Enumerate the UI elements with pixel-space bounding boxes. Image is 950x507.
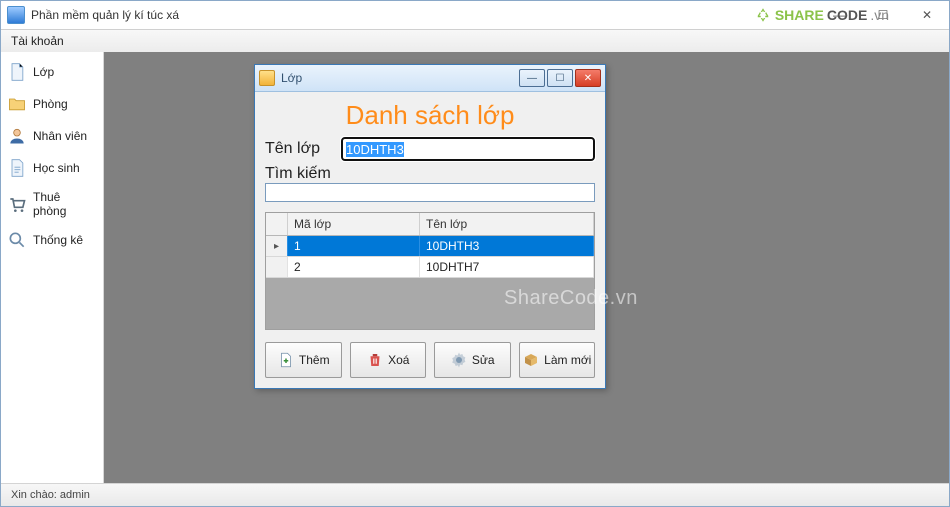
cart-icon bbox=[7, 194, 27, 214]
child-close-button[interactable]: ✕ bbox=[575, 69, 601, 87]
grid-col-selector[interactable] bbox=[266, 213, 288, 235]
window-controls: — ☐ ✕ bbox=[817, 1, 949, 29]
child-maximize-button[interactable]: ☐ bbox=[547, 69, 573, 87]
cell-ma-lop: 2 bbox=[288, 257, 420, 277]
sidebar-item-label: Nhân viên bbox=[33, 129, 87, 143]
cell-ten-lop: 10DHTH3 bbox=[420, 236, 594, 256]
folder-icon bbox=[7, 94, 27, 114]
app-window: Phần mềm quản lý kí túc xá SHARECODE.vn … bbox=[0, 0, 950, 507]
sidebar-item-label: Thuê phòng bbox=[33, 190, 95, 218]
sidebar-item-phong[interactable]: Phòng bbox=[1, 88, 103, 120]
reset-button[interactable]: Làm mới bbox=[519, 342, 596, 378]
tim-kiem-input[interactable] bbox=[265, 183, 595, 202]
cell-ten-lop: 10DHTH7 bbox=[420, 257, 594, 277]
add-document-icon bbox=[277, 351, 295, 369]
menu-tai-khoan[interactable]: Tài khoản bbox=[1, 30, 74, 52]
ten-lop-input[interactable] bbox=[341, 137, 595, 161]
reset-button-label: Làm mới bbox=[544, 353, 591, 367]
box-icon bbox=[522, 351, 540, 369]
sidebar-item-label: Phòng bbox=[33, 97, 68, 111]
delete-button-label: Xoá bbox=[388, 353, 409, 367]
mdi-client-area: Lớp — ☐ ✕ Danh sách lớp Tên lớp bbox=[104, 52, 949, 484]
edit-button[interactable]: Sửa bbox=[434, 342, 511, 378]
document-icon bbox=[7, 62, 27, 82]
row-indicator: ▸ bbox=[266, 236, 288, 256]
main-area: Lớp Phòng Nhân viên Học sinh Thuê phòng bbox=[1, 52, 949, 484]
sidebar-item-label: Học sinh bbox=[33, 161, 80, 175]
field-tim-kiem-label: Tìm kiếm bbox=[265, 165, 595, 183]
sidebar-item-label: Thống kê bbox=[33, 233, 83, 247]
data-grid[interactable]: Mã lớp Tên lớp ▸ 1 10DHTH3 2 10DHTH7 bbox=[265, 212, 595, 330]
sidebar-item-label: Lớp bbox=[33, 65, 54, 79]
cell-ma-lop: 1 bbox=[288, 236, 420, 256]
grid-header: Mã lớp Tên lớp bbox=[266, 213, 594, 236]
sidebar-item-thuephong[interactable]: Thuê phòng bbox=[1, 184, 103, 224]
child-body: Danh sách lớp Tên lớp Tìm kiếm Mã lớp bbox=[255, 92, 605, 388]
child-minimize-button[interactable]: — bbox=[519, 69, 545, 87]
delete-button[interactable]: Xoá bbox=[350, 342, 427, 378]
minimize-button[interactable]: — bbox=[817, 1, 861, 29]
row-indicator bbox=[266, 257, 288, 277]
child-titlebar[interactable]: Lớp — ☐ ✕ bbox=[255, 65, 605, 92]
table-row[interactable]: 2 10DHTH7 bbox=[266, 257, 594, 278]
sidebar-item-nhanvien[interactable]: Nhân viên bbox=[1, 120, 103, 152]
sidebar-item-thongke[interactable]: Thống kê bbox=[1, 224, 103, 256]
search-icon bbox=[7, 230, 27, 250]
add-button[interactable]: Thêm bbox=[265, 342, 342, 378]
status-text: Xin chào: admin bbox=[11, 489, 90, 501]
child-window-controls: — ☐ ✕ bbox=[519, 69, 601, 87]
form-heading: Danh sách lớp bbox=[265, 100, 595, 131]
menubar: Tài khoản bbox=[1, 30, 949, 53]
maximize-button[interactable]: ☐ bbox=[861, 1, 905, 29]
sidebar: Lớp Phòng Nhân viên Học sinh Thuê phòng bbox=[1, 52, 104, 484]
form-icon bbox=[259, 70, 275, 86]
person-icon bbox=[7, 126, 27, 146]
app-title: Phần mềm quản lý kí túc xá bbox=[31, 8, 179, 22]
edit-button-label: Sửa bbox=[472, 353, 495, 367]
add-button-label: Thêm bbox=[299, 353, 330, 367]
recycle-icon bbox=[754, 6, 772, 24]
child-title: Lớp bbox=[281, 71, 302, 85]
field-ten-lop: Tên lớp bbox=[265, 137, 595, 161]
trash-icon bbox=[366, 351, 384, 369]
close-button[interactable]: ✕ bbox=[905, 1, 949, 29]
gear-icon bbox=[450, 351, 468, 369]
statusbar: Xin chào: admin bbox=[1, 483, 949, 506]
sidebar-item-lop[interactable]: Lớp bbox=[1, 56, 103, 88]
field-tim-kiem: Tìm kiếm bbox=[265, 165, 595, 202]
table-row[interactable]: ▸ 1 10DHTH3 bbox=[266, 236, 594, 257]
sidebar-item-hocsinh[interactable]: Học sinh bbox=[1, 152, 103, 184]
titlebar: Phần mềm quản lý kí túc xá SHARECODE.vn … bbox=[1, 1, 949, 30]
grid-col-ma-lop[interactable]: Mã lớp bbox=[288, 213, 420, 235]
child-window-lop: Lớp — ☐ ✕ Danh sách lớp Tên lớp bbox=[254, 64, 606, 389]
grid-col-ten-lop[interactable]: Tên lớp bbox=[420, 213, 594, 235]
action-buttons: Thêm Xoá Sửa Làm mới bbox=[265, 342, 595, 378]
field-ten-lop-label: Tên lớp bbox=[265, 140, 341, 158]
app-icon bbox=[7, 6, 25, 24]
document-icon bbox=[7, 158, 27, 178]
